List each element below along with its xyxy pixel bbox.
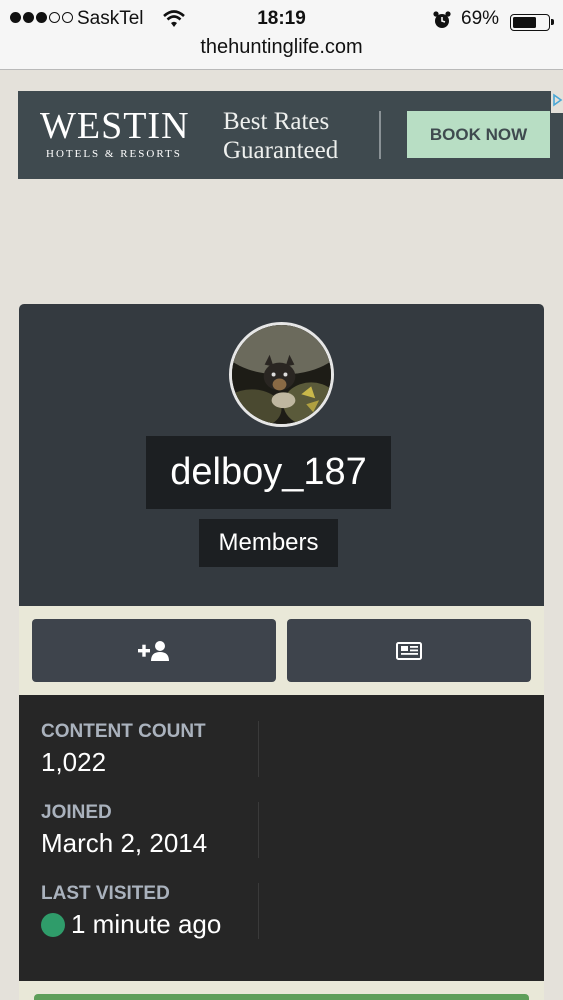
stat-value-row: 1 minute ago xyxy=(41,909,221,940)
stat-label: CONTENT COUNT xyxy=(41,721,206,742)
profile-actions xyxy=(19,606,544,695)
stat-joined: JOINED March 2, 2014 xyxy=(41,802,207,859)
profile-card: delboy_187 Members CONTENT COUNT 1,022 J… xyxy=(19,304,544,1000)
online-status-icon xyxy=(41,912,65,937)
book-now-button[interactable]: BOOK NOW xyxy=(407,111,550,158)
ad-brand-name: WESTIN xyxy=(40,105,190,147)
dog-photo-icon xyxy=(232,325,331,424)
content-button[interactable] xyxy=(287,619,531,682)
browser-top-bar: SaskTel 18:19 69% thehuntinglife.com xyxy=(0,0,563,70)
stat-divider xyxy=(258,802,259,858)
member-group-badge: Members xyxy=(199,519,338,567)
stat-value: 1,022 xyxy=(41,747,107,777)
stat-value: 1 minute ago xyxy=(71,909,222,939)
stat-label: JOINED xyxy=(41,802,112,823)
ad-tagline-line1: Best Rates xyxy=(223,108,330,135)
stat-value: March 2, 2014 xyxy=(41,828,208,858)
battery-percent: 69% xyxy=(461,8,500,29)
newspaper-icon xyxy=(396,641,422,660)
address-bar[interactable]: thehuntinglife.com xyxy=(0,36,563,59)
ad-divider xyxy=(379,111,381,159)
add-user-icon xyxy=(138,640,169,661)
advertisement-banner[interactable]: WESTIN HOTELS & RESORTS Best Rates Guara… xyxy=(18,91,563,179)
stat-label: LAST VISITED xyxy=(41,883,170,904)
stat-divider xyxy=(258,721,259,777)
username: delboy_187 xyxy=(146,436,391,509)
ad-brand-logo: WESTIN HOTELS & RESORTS xyxy=(40,107,190,160)
avatar[interactable] xyxy=(229,322,334,427)
follow-button[interactable] xyxy=(32,619,276,682)
status-bar: SaskTel 18:19 69% xyxy=(0,6,563,32)
ad-brand-sub: HOTELS & RESORTS xyxy=(46,148,182,160)
stat-content-count: CONTENT COUNT 1,022 xyxy=(41,721,206,778)
alarm-icon xyxy=(433,11,451,28)
stat-divider xyxy=(258,883,259,939)
battery-icon xyxy=(510,14,554,31)
profile-stats: CONTENT COUNT 1,022 JOINED March 2, 2014… xyxy=(19,695,544,981)
stat-last-visited: LAST VISITED 1 minute ago xyxy=(41,883,221,940)
adchoices-icon[interactable] xyxy=(551,91,563,113)
ad-tagline-line2: Guaranteed xyxy=(223,137,339,164)
ad-tagline: Best Rates Guaranteed xyxy=(223,107,338,165)
message-button[interactable] xyxy=(34,994,529,1000)
